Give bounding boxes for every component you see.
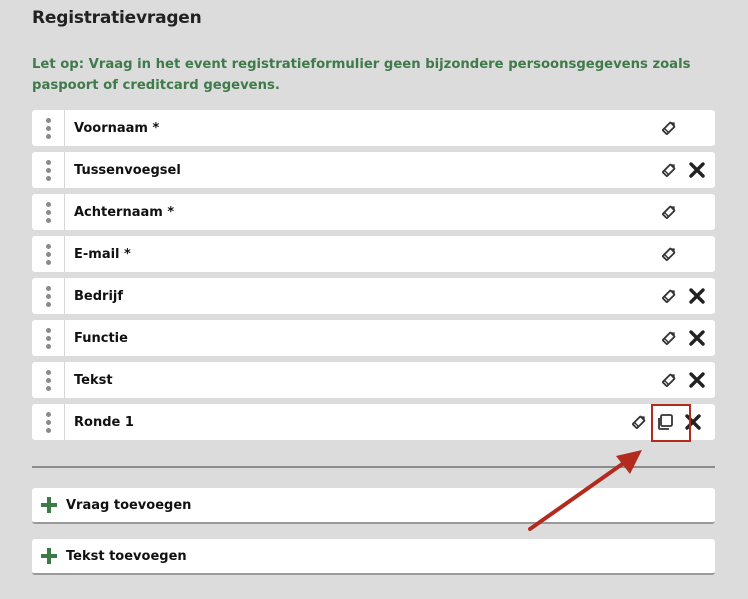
question-row[interactable]: Achternaam * xyxy=(32,194,715,230)
question-label: Voornaam * xyxy=(74,120,160,136)
row-actions xyxy=(658,362,708,398)
question-row[interactable]: Voornaam * xyxy=(32,110,715,146)
edit-pencil-icon[interactable] xyxy=(658,327,680,349)
privacy-notice: Let op: Vraag in het event registratiefo… xyxy=(32,57,691,93)
row-actions xyxy=(658,110,680,146)
drag-handle-icon[interactable] xyxy=(32,194,65,230)
add-text-label: Tekst toevoegen xyxy=(66,548,187,564)
question-row[interactable]: E-mail * xyxy=(32,236,715,272)
add-question-label: Vraag toevoegen xyxy=(66,497,192,513)
row-actions xyxy=(658,320,708,356)
question-label: Ronde 1 xyxy=(74,414,134,430)
question-label: Tussenvoegsel xyxy=(74,162,181,178)
question-label: E-mail * xyxy=(74,246,131,262)
delete-close-icon[interactable] xyxy=(686,285,708,307)
drag-handle-icon[interactable] xyxy=(32,152,65,188)
edit-pencil-icon[interactable] xyxy=(658,369,680,391)
question-label: Achternaam * xyxy=(74,204,175,220)
edit-pencil-icon[interactable] xyxy=(658,159,680,181)
edit-pencil-icon[interactable] xyxy=(658,285,680,307)
question-label: Functie xyxy=(74,330,128,346)
row-actions xyxy=(658,152,708,188)
delete-close-icon[interactable] xyxy=(686,369,708,391)
question-row[interactable]: Functie xyxy=(32,320,715,356)
plus-icon xyxy=(40,547,58,565)
question-row[interactable]: Tekst xyxy=(32,362,715,398)
drag-handle-icon[interactable] xyxy=(32,110,65,146)
delete-close-icon[interactable] xyxy=(686,159,708,181)
edit-pencil-icon[interactable] xyxy=(658,201,680,223)
annotation-highlight-box xyxy=(651,404,691,442)
delete-close-icon[interactable] xyxy=(686,327,708,349)
edit-pencil-icon[interactable] xyxy=(658,117,680,139)
row-actions xyxy=(658,194,680,230)
row-actions xyxy=(658,236,680,272)
plus-icon xyxy=(40,496,58,514)
annotation-arrow xyxy=(528,450,642,531)
drag-handle-icon[interactable] xyxy=(32,278,65,314)
edit-pencil-icon[interactable] xyxy=(628,411,650,433)
edit-pencil-icon[interactable] xyxy=(658,243,680,265)
question-label: Tekst xyxy=(74,372,113,388)
drag-handle-icon[interactable] xyxy=(32,404,65,440)
page-title: Registratievragen xyxy=(32,8,202,28)
add-text-button[interactable]: Tekst toevoegen xyxy=(32,539,715,575)
question-row[interactable]: Tussenvoegsel xyxy=(32,152,715,188)
drag-handle-icon[interactable] xyxy=(32,236,65,272)
drag-handle-icon[interactable] xyxy=(32,362,65,398)
question-list: Voornaam * Tussenvoegsel Achternaam * E-mai… xyxy=(32,110,715,446)
question-row[interactable]: Bedrijf xyxy=(32,278,715,314)
question-row[interactable]: Ronde 1 xyxy=(32,404,715,440)
row-actions xyxy=(658,278,708,314)
question-label: Bedrijf xyxy=(74,288,124,304)
drag-handle-icon[interactable] xyxy=(32,320,65,356)
